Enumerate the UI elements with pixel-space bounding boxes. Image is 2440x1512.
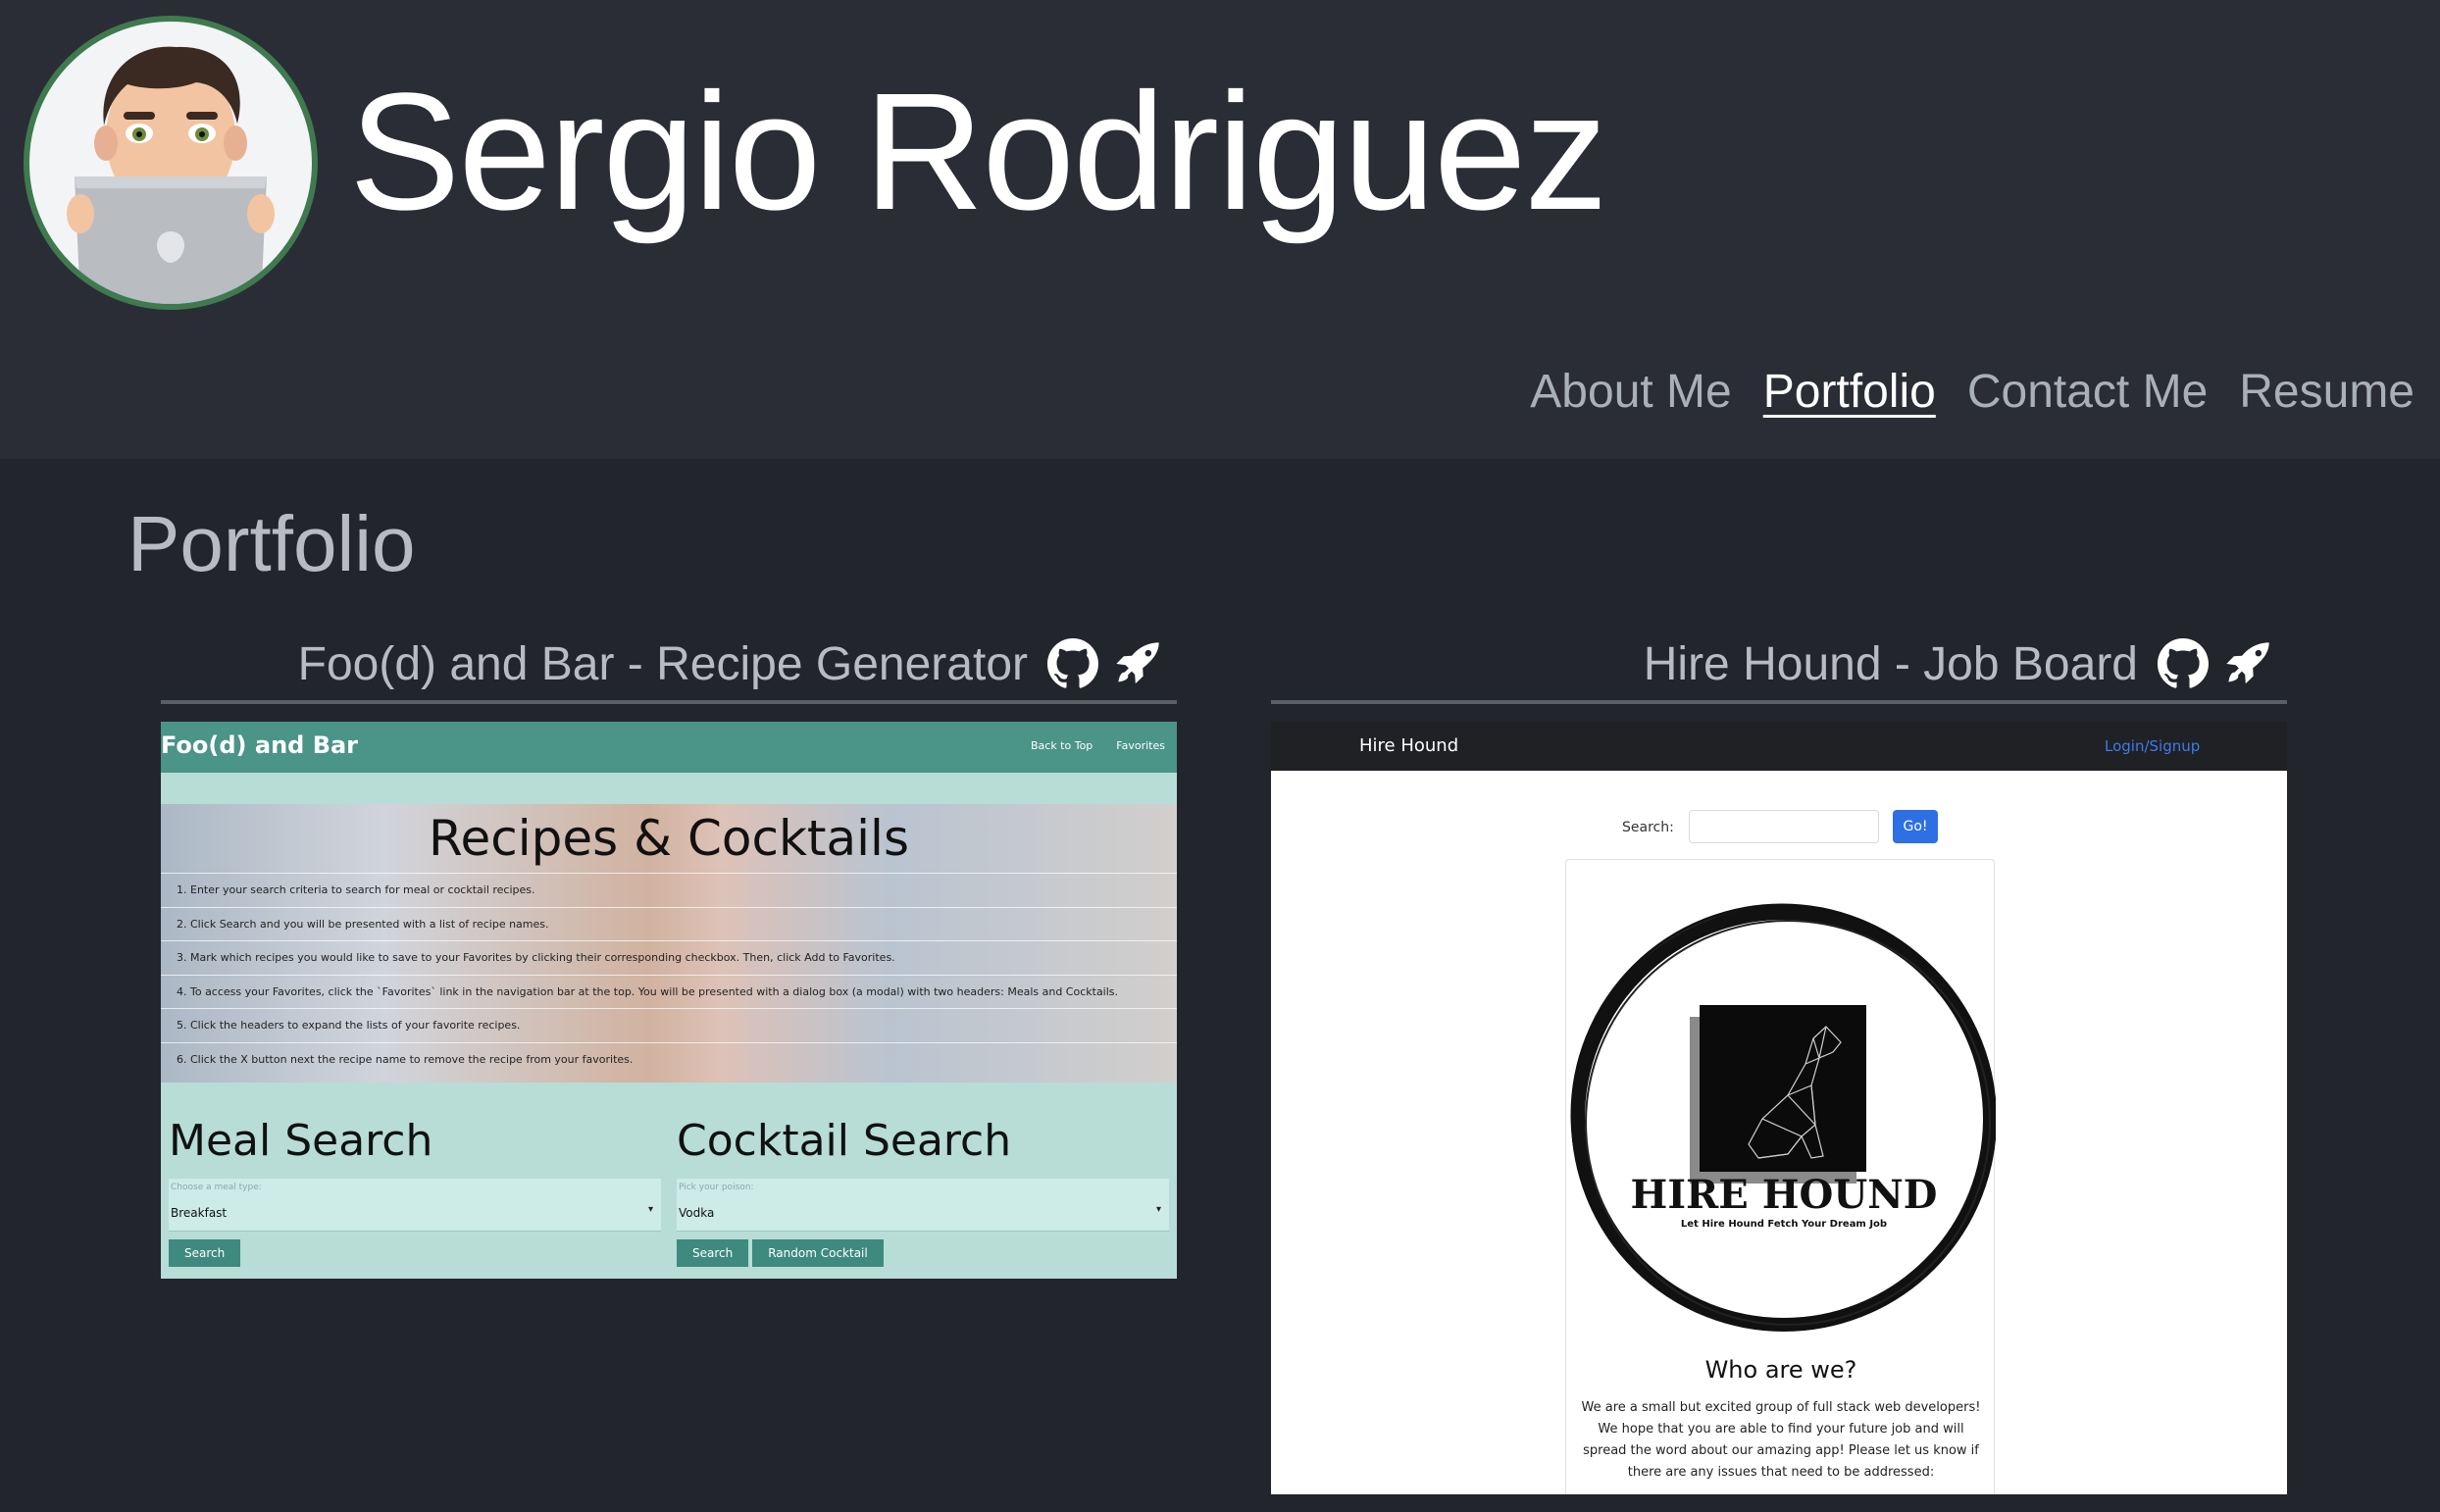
meal-type-select: Choose a meal type: Breakfast ▾ — [169, 1179, 661, 1232]
foodbar-nav-back-to-top: Back to Top — [1030, 739, 1093, 752]
hirehound-search-label: Search: — [1622, 820, 1674, 835]
list-item: 3. Mark which recipes you would like to … — [161, 940, 1177, 975]
meal-search-heading: Meal Search — [169, 1116, 433, 1166]
foodbar-navbar: Foo(d) and Bar Back to Top Favorites — [161, 722, 1177, 773]
project-header: Foo(d) and Bar - Recipe Generator — [161, 628, 1177, 704]
site-title: Sergio Rodriguez — [349, 59, 1608, 245]
hire-hound-logo: HIRE HOUND Let Hire Hound Fetch Your Dre… — [1570, 903, 1996, 1332]
nav-portfolio[interactable]: Portfolio — [1763, 361, 1936, 424]
project-header: Hire Hound - Job Board — [1271, 628, 2287, 704]
foodbar-nav-favorites: Favorites — [1116, 739, 1165, 752]
meal-select-placeholder: Choose a meal type: — [171, 1183, 262, 1192]
cocktail-search-heading: Cocktail Search — [677, 1116, 1012, 1166]
cocktail-search-button: Search — [677, 1239, 749, 1267]
hire-hound-logo-tagline: Let Hire Hound Fetch Your Dream Job — [1681, 1219, 1887, 1230]
who-are-we-heading: Who are we? — [1704, 1356, 1857, 1384]
foodbar-meal-search: Meal Search Choose a meal type: Breakfas… — [169, 1114, 661, 1267]
foodbar-cocktail-search: Cocktail Search Pick your poison: Vodka … — [677, 1114, 1169, 1267]
github-icon[interactable] — [1047, 638, 1098, 689]
cocktail-select: Pick your poison: Vodka ▾ — [677, 1179, 1169, 1232]
project-screenshot-foodbar[interactable]: Foo(d) and Bar Back to Top Favorites Rec… — [161, 722, 1177, 1279]
foodbar-instructions: 1. Enter your search criteria to search … — [161, 873, 1177, 1076]
avatar — [24, 16, 318, 310]
list-item: 1. Enter your search criteria to search … — [161, 873, 1177, 907]
site-header: Sergio Rodriguez About Me Portfolio Cont… — [0, 0, 2440, 459]
chevron-down-icon: ▾ — [647, 1204, 653, 1215]
chevron-down-icon: ▾ — [1155, 1204, 1161, 1215]
rocket-icon[interactable] — [1112, 638, 1163, 689]
hirehound-brand: Hire Hound — [1359, 735, 1459, 756]
nav-resume[interactable]: Resume — [2239, 361, 2415, 424]
project-card-hirehound: Hire Hound - Job Board Hire Hound Login/… — [1271, 628, 2287, 1494]
main-nav: About Me Portfolio Contact Me Resume — [1530, 361, 2415, 424]
github-icon[interactable] — [2158, 638, 2209, 689]
cocktail-select-placeholder: Pick your poison: — [679, 1183, 754, 1192]
hirehound-go-button: Go! — [1893, 810, 1938, 843]
nav-about-me[interactable]: About Me — [1530, 361, 1731, 424]
project-card-foodbar: Foo(d) and Bar - Recipe Generator Foo(d)… — [161, 628, 1177, 1279]
project-screenshot-hirehound[interactable]: Hire Hound Login/Signup Search: Go! HIRE… — [1271, 722, 2287, 1494]
foodbar-brand: Foo(d) and Bar — [161, 731, 359, 759]
hirehound-navbar: Hire Hound Login/Signup — [1271, 722, 2287, 771]
hire-hound-logo-title: HIRE HOUND — [1631, 1172, 1938, 1218]
list-item: 5. Click the headers to expand the lists… — [161, 1008, 1177, 1042]
random-cocktail-button: Random Cocktail — [752, 1239, 884, 1267]
nav-contact-me[interactable]: Contact Me — [1967, 361, 2208, 424]
meal-search-button: Search — [169, 1239, 241, 1267]
list-item: 2. Click Search and you will be presente… — [161, 906, 1177, 941]
project-title: Foo(d) and Bar - Recipe Generator — [297, 637, 1028, 690]
meal-select-value: Breakfast — [171, 1206, 228, 1220]
rocket-icon[interactable] — [2222, 638, 2273, 689]
memoji-avatar-icon — [67, 46, 275, 304]
foodbar-hero-title: Recipes & Cocktails — [429, 810, 909, 867]
cocktail-select-value: Vodka — [679, 1206, 715, 1220]
hirehound-login-link: Login/Signup — [2105, 737, 2201, 755]
hirehound-card: HIRE HOUND Let Hire Hound Fetch Your Dre… — [1565, 859, 1996, 1494]
project-title: Hire Hound - Job Board — [1643, 637, 2138, 690]
section-title: Portfolio — [127, 500, 416, 587]
list-item: 6. Click the X button next the recipe na… — [161, 1041, 1177, 1077]
who-are-we-text: We are a small but excited group of full… — [1581, 1400, 1981, 1480]
list-item: 4. To access your Favorites, click the `… — [161, 974, 1177, 1009]
hirehound-search-input — [1689, 810, 1879, 843]
